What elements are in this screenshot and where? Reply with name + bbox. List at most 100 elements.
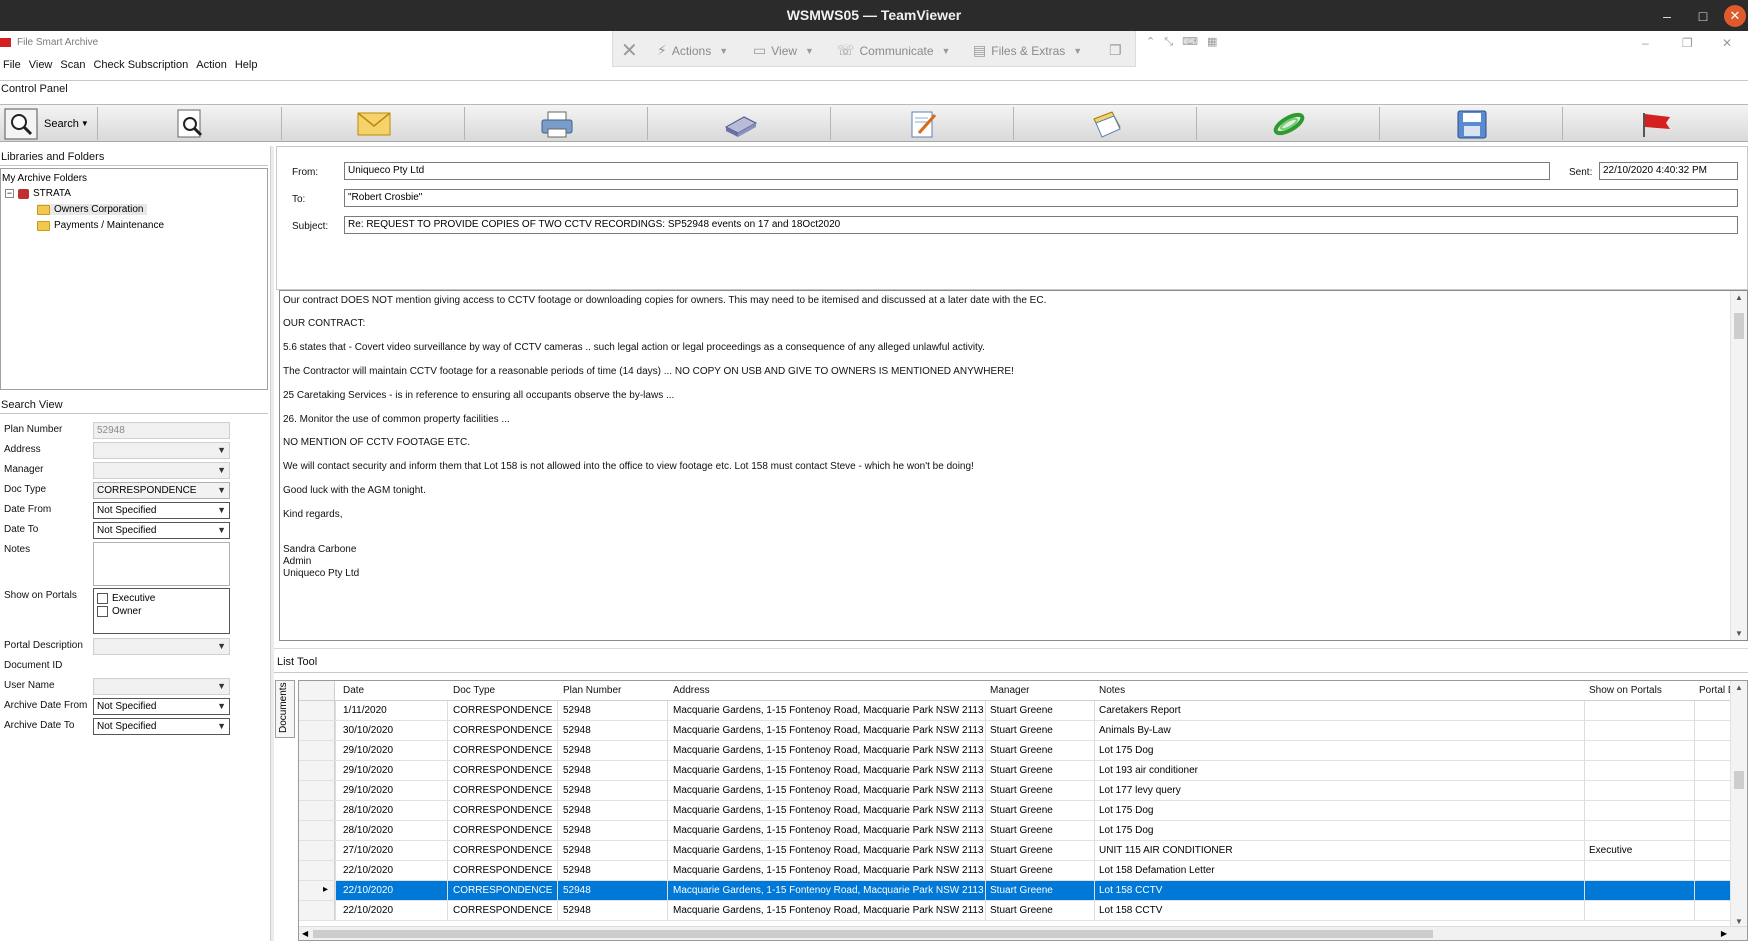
tv-files-menu[interactable]: ▤ Files & Extras ▼ (973, 42, 1082, 59)
scroll-down-icon[interactable]: ▼ (1735, 629, 1743, 638)
table-row[interactable]: 27/10/2020 CORRESPONDENCE 52948 Macquarie G… (299, 841, 1731, 861)
edit-button[interactable] (832, 107, 1014, 140)
row-header[interactable] (299, 901, 335, 920)
print-button[interactable] (466, 107, 648, 140)
sent-field[interactable]: 22/10/2020 4:40:32 PM (1599, 162, 1738, 180)
manager-select[interactable]: ▼ (93, 462, 230, 479)
subject-field[interactable]: Re: REQUEST TO PROVIDE COPIES OF TWO CCT… (344, 216, 1738, 234)
row-header[interactable] (299, 821, 335, 840)
from-field[interactable]: Uniqueco Pty Ltd (344, 162, 1550, 180)
tree-item-payments-maintenance[interactable]: Payments / Maintenance (37, 220, 164, 231)
scroll-right-icon[interactable]: ▶ (1721, 929, 1727, 938)
tv-actions-menu[interactable]: ⚡ Actions ▼ (657, 42, 728, 59)
preview-button[interactable] (100, 107, 282, 140)
tree-item-strata[interactable]: − STRATA (5, 188, 71, 199)
tv-communicate-menu[interactable]: ☏ Communicate ▼ (837, 42, 950, 59)
search-button[interactable]: Search ▼ (0, 107, 98, 140)
checkbox-box[interactable] (97, 606, 108, 617)
document-id-field[interactable] (93, 658, 230, 675)
grid-vscrollbar[interactable]: ▲ ▼ (1730, 681, 1747, 928)
row-header[interactable]: ▸ (299, 881, 335, 900)
table-row[interactable]: 28/10/2020 CORRESPONDENCE 52948 Macquarie G… (299, 821, 1731, 841)
menu-view[interactable]: View (26, 57, 58, 75)
splitter[interactable] (270, 146, 274, 941)
menu-help[interactable]: Help (232, 57, 263, 75)
column-header-notes[interactable]: Notes (1099, 685, 1125, 696)
row-header[interactable] (299, 861, 335, 880)
portal-owner-checkbox[interactable]: Owner (97, 605, 226, 618)
table-row[interactable]: 1/11/2020 CORRESPONDENCE 52948 Macquarie Ga… (299, 701, 1731, 721)
table-row[interactable]: 30/10/2020 CORRESPONDENCE 52948 Macquarie G… (299, 721, 1731, 741)
table-row[interactable]: 29/10/2020 CORRESPONDENCE 52948 Macquarie G… (299, 781, 1731, 801)
table-row[interactable]: 29/10/2020 CORRESPONDENCE 52948 Macquarie G… (299, 761, 1731, 781)
save-button[interactable] (1381, 107, 1563, 140)
menu-file[interactable]: File (0, 57, 26, 75)
table-row[interactable]: 29/10/2020 CORRESPONDENCE 52948 Macquarie G… (299, 741, 1731, 761)
collapse-icon[interactable]: − (5, 189, 14, 198)
scroll-left-icon[interactable]: ◀ (302, 929, 308, 938)
close-icon[interactable]: ✕ (1724, 5, 1746, 27)
column-header-doc-type[interactable]: Doc Type (453, 685, 495, 696)
grid-hscrollbar[interactable]: ◀ ▶ (299, 926, 1747, 940)
tree-item-owners-corporation[interactable]: Owners Corporation (37, 204, 148, 215)
menu-action[interactable]: Action (193, 57, 232, 75)
row-header[interactable] (299, 781, 335, 800)
notes-textarea[interactable] (93, 542, 230, 586)
table-row[interactable]: 22/10/2020 CORRESPONDENCE 52948 Macquarie G… (299, 901, 1731, 921)
flag-button[interactable] (1564, 107, 1748, 140)
row-header[interactable] (299, 761, 335, 780)
scroll-up-icon[interactable]: ▲ (1735, 683, 1743, 692)
column-header-address[interactable]: Address (673, 685, 710, 696)
table-row[interactable]: ▸ 22/10/2020 CORRESPONDENCE 52948 Macquarie … (299, 881, 1731, 901)
from-label: From: (292, 167, 319, 178)
doc-type-select[interactable]: CORRESPONDENCE ▼ (93, 482, 230, 499)
app-close-icon[interactable]: ✕ (1722, 36, 1732, 50)
scan-button[interactable] (649, 107, 831, 140)
maximize-icon[interactable]: □ (1692, 5, 1714, 27)
column-header-date[interactable]: Date (343, 685, 364, 696)
scroll-down-icon[interactable]: ▼ (1735, 917, 1743, 926)
row-header[interactable] (299, 721, 335, 740)
row-header[interactable] (299, 701, 335, 720)
row-header[interactable] (299, 801, 335, 820)
to-field[interactable]: "Robert Crosbie" (344, 189, 1738, 207)
column-header-manager[interactable]: Manager (990, 685, 1029, 696)
scroll-thumb[interactable] (313, 930, 1433, 938)
archive-date-from-picker[interactable]: Not Specified ▼ (93, 698, 230, 715)
documents-tab[interactable]: Documents (275, 680, 295, 738)
email-body[interactable]: Our contract DOES NOT mention giving acc… (279, 290, 1748, 641)
app-minimize-icon[interactable]: – (1642, 36, 1649, 50)
attach-button[interactable] (1198, 107, 1380, 140)
app-restore-icon[interactable]: ❐ (1682, 36, 1693, 50)
email-button[interactable] (283, 107, 465, 140)
portal-description-select[interactable]: ▼ (93, 638, 230, 655)
tv-view-menu[interactable]: ▭ View ▼ (753, 42, 814, 59)
date-to-picker[interactable]: Not Specified ▼ (93, 522, 230, 539)
row-header[interactable] (299, 841, 335, 860)
scroll-thumb[interactable] (1734, 771, 1744, 789)
menu-check-subscription[interactable]: Check Subscription (90, 57, 193, 75)
minimize-icon[interactable]: – (1656, 5, 1678, 27)
body-scrollbar[interactable]: ▲ ▼ (1730, 291, 1747, 640)
row-header[interactable] (299, 741, 335, 760)
tree-root[interactable]: My Archive Folders (2, 173, 87, 184)
table-row[interactable]: 22/10/2020 CORRESPONDENCE 52948 Macquarie G… (299, 861, 1731, 881)
date-from-picker[interactable]: Not Specified ▼ (93, 502, 230, 519)
notes-button[interactable] (1015, 107, 1197, 140)
portal-executive-checkbox[interactable]: Executive (97, 592, 226, 605)
tv-window-icon[interactable]: ❐ (1109, 42, 1122, 59)
tv-close-session-icon[interactable]: ✕ (621, 38, 638, 63)
checkbox-box[interactable] (97, 593, 108, 604)
scroll-thumb[interactable] (1734, 313, 1744, 339)
tv-mini-controls[interactable]: ⌃ ⤡ ⌨ ▦ (1146, 35, 1220, 49)
column-header-show-on-portals[interactable]: Show on Portals (1589, 685, 1662, 696)
column-header-plan-number[interactable]: Plan Number (563, 685, 621, 696)
address-select[interactable]: ▼ (93, 442, 230, 459)
plan-number-field[interactable]: 52948 (93, 422, 230, 439)
archive-date-to-picker[interactable]: Not Specified ▼ (93, 718, 230, 735)
table-row[interactable]: 28/10/2020 CORRESPONDENCE 52948 Macquarie G… (299, 801, 1731, 821)
menu-scan[interactable]: Scan (57, 57, 90, 75)
user-name-select[interactable]: ▼ (93, 678, 230, 695)
column-separator (335, 741, 336, 760)
scroll-up-icon[interactable]: ▲ (1735, 293, 1743, 302)
